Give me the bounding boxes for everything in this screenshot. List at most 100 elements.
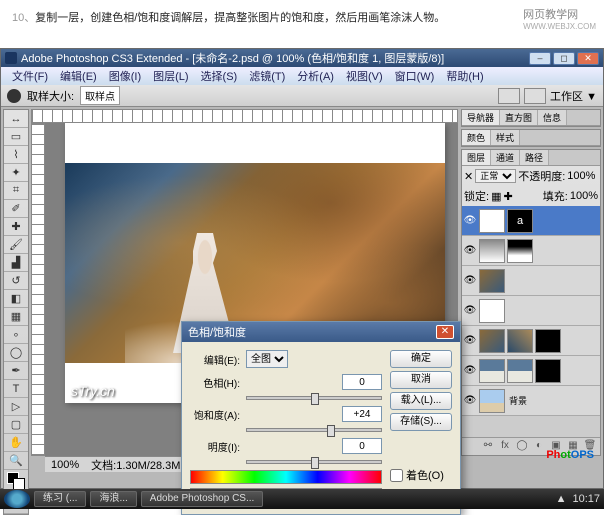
layer-row[interactable]: 👁 bbox=[462, 326, 600, 356]
eraser-tool[interactable]: ◧ bbox=[4, 290, 28, 308]
hand-tool[interactable]: ✋ bbox=[4, 434, 28, 452]
opacity-value[interactable]: 100% bbox=[567, 170, 595, 182]
brush-tool[interactable]: 🖌 bbox=[4, 236, 28, 254]
layer-row[interactable]: 👁 bbox=[462, 296, 600, 326]
layer-thumb[interactable] bbox=[507, 359, 533, 383]
layer-mask[interactable] bbox=[535, 359, 561, 383]
sample-size-select[interactable]: 取样点 bbox=[80, 86, 120, 105]
visibility-icon[interactable]: 👁 bbox=[463, 275, 477, 286]
lock-pixels-icon[interactable]: ▦ bbox=[491, 190, 501, 203]
eyedropper-icon[interactable] bbox=[7, 89, 21, 103]
system-tray[interactable]: ▲ 10:17 bbox=[556, 493, 600, 505]
healing-tool[interactable]: ✚ bbox=[4, 218, 28, 236]
menu-view[interactable]: 视图(V) bbox=[341, 67, 388, 85]
tab-layers[interactable]: 图层 bbox=[462, 150, 491, 165]
fx-icon[interactable]: fx bbox=[498, 440, 512, 454]
tab-histogram[interactable]: 直方图 bbox=[500, 110, 538, 125]
layer-thumb[interactable] bbox=[479, 389, 505, 413]
visibility-icon[interactable]: 👁 bbox=[463, 215, 477, 226]
dialog-close-button[interactable]: ✕ bbox=[436, 325, 454, 339]
mask-icon[interactable]: ◯ bbox=[515, 440, 529, 454]
wand-tool[interactable]: ✦ bbox=[4, 164, 28, 182]
history-brush-tool[interactable]: ↺ bbox=[4, 272, 28, 290]
dodge-tool[interactable]: ◯ bbox=[4, 344, 28, 362]
screen-mode-icon[interactable] bbox=[498, 88, 520, 104]
save-button[interactable]: 存储(S)... bbox=[390, 413, 452, 431]
start-button[interactable] bbox=[4, 490, 30, 508]
window-titlebar[interactable]: Adobe Photoshop CS3 Extended - [未命名-2.ps… bbox=[1, 49, 603, 67]
zoom-tool[interactable]: 🔍 bbox=[4, 452, 28, 470]
load-button[interactable]: 载入(L)... bbox=[390, 392, 452, 410]
layer-row[interactable]: 👁 背景 bbox=[462, 386, 600, 416]
move-tool[interactable]: ↔ bbox=[4, 110, 28, 128]
tab-navigator[interactable]: 导航器 bbox=[462, 110, 500, 125]
layers-list[interactable]: 👁 ◐ a 👁 👁 👁 👁 bbox=[462, 206, 600, 437]
adjustment-thumb[interactable]: ◐ bbox=[479, 209, 505, 233]
lock-position-icon[interactable]: ✚ bbox=[503, 190, 512, 203]
stamp-tool[interactable]: ▟ bbox=[4, 254, 28, 272]
fill-value[interactable]: 100% bbox=[570, 190, 598, 202]
eyedropper-tool[interactable]: ✐ bbox=[4, 200, 28, 218]
menu-analysis[interactable]: 分析(A) bbox=[292, 67, 339, 85]
filter-icon[interactable]: ✕ bbox=[464, 170, 473, 183]
layer-thumb[interactable] bbox=[479, 299, 505, 323]
layer-row[interactable]: 👁 bbox=[462, 266, 600, 296]
blur-tool[interactable]: ∘ bbox=[4, 326, 28, 344]
visibility-icon[interactable]: 👁 bbox=[463, 395, 477, 406]
tab-color[interactable]: 颜色 bbox=[462, 130, 491, 145]
slider-thumb[interactable] bbox=[311, 393, 319, 405]
horizontal-ruler[interactable] bbox=[31, 109, 458, 123]
dialog-titlebar[interactable]: 色相/饱和度 ✕ bbox=[182, 322, 460, 342]
screen-mode2-icon[interactable] bbox=[524, 88, 546, 104]
maximize-button[interactable]: ◻ bbox=[553, 52, 575, 65]
saturation-slider[interactable] bbox=[246, 428, 382, 432]
hue-saturation-dialog[interactable]: 色相/饱和度 ✕ 编辑(E): 全图 色相(H): 饱和度(A): bbox=[181, 321, 461, 515]
taskbar-item[interactable]: 海浪... bbox=[90, 491, 136, 507]
colorize-checkbox[interactable]: 着色(O) bbox=[390, 467, 452, 483]
tab-paths[interactable]: 路径 bbox=[520, 150, 549, 165]
close-button[interactable]: ✕ bbox=[577, 52, 599, 65]
lightness-input[interactable] bbox=[342, 438, 382, 454]
taskbar-item[interactable]: 练习 (... bbox=[34, 491, 86, 507]
crop-tool[interactable]: ⌗ bbox=[4, 182, 28, 200]
slider-thumb[interactable] bbox=[327, 425, 335, 437]
layer-mask[interactable] bbox=[535, 329, 561, 353]
link-icon[interactable]: ⚯ bbox=[481, 440, 495, 454]
taskbar-item[interactable]: Adobe Photoshop CS... bbox=[141, 491, 264, 507]
workspace-menu[interactable]: 工作区 ▼ bbox=[550, 88, 597, 104]
cancel-button[interactable]: 取消 bbox=[390, 371, 452, 389]
menu-image[interactable]: 图像(I) bbox=[104, 67, 146, 85]
layer-thumb[interactable] bbox=[479, 239, 505, 263]
zoom-level[interactable]: 100% bbox=[51, 459, 79, 471]
menu-layer[interactable]: 图层(L) bbox=[148, 67, 193, 85]
menu-select[interactable]: 选择(S) bbox=[196, 67, 243, 85]
slider-thumb[interactable] bbox=[311, 457, 319, 469]
visibility-icon[interactable]: 👁 bbox=[463, 335, 477, 346]
marquee-tool[interactable]: ▭ bbox=[4, 128, 28, 146]
lightness-slider[interactable] bbox=[246, 460, 382, 464]
visibility-icon[interactable]: 👁 bbox=[463, 245, 477, 256]
layer-row[interactable]: 👁 ◐ a bbox=[462, 206, 600, 236]
layer-thumb[interactable] bbox=[479, 269, 505, 293]
tab-styles[interactable]: 样式 bbox=[491, 130, 520, 145]
minimize-button[interactable]: – bbox=[529, 52, 551, 65]
menu-window[interactable]: 窗口(W) bbox=[390, 67, 440, 85]
visibility-icon[interactable]: 👁 bbox=[463, 305, 477, 316]
menu-edit[interactable]: 编辑(E) bbox=[55, 67, 102, 85]
layer-row[interactable]: 👁 bbox=[462, 236, 600, 266]
layer-thumb[interactable] bbox=[479, 359, 505, 383]
visibility-icon[interactable]: 👁 bbox=[463, 365, 477, 376]
edit-select[interactable]: 全图 bbox=[246, 350, 288, 368]
adjustment-icon[interactable]: ◐ bbox=[532, 440, 546, 454]
type-tool[interactable]: T bbox=[4, 380, 28, 398]
pen-tool[interactable]: ✒ bbox=[4, 362, 28, 380]
path-tool[interactable]: ▷ bbox=[4, 398, 28, 416]
layer-mask[interactable]: a bbox=[507, 209, 533, 233]
ok-button[interactable]: 确定 bbox=[390, 350, 452, 368]
shape-tool[interactable]: ▢ bbox=[4, 416, 28, 434]
tray-icon[interactable]: ▲ bbox=[556, 493, 567, 505]
hue-slider[interactable] bbox=[246, 396, 382, 400]
hue-input[interactable] bbox=[342, 374, 382, 390]
tab-info[interactable]: 信息 bbox=[538, 110, 567, 125]
saturation-input[interactable] bbox=[342, 406, 382, 422]
